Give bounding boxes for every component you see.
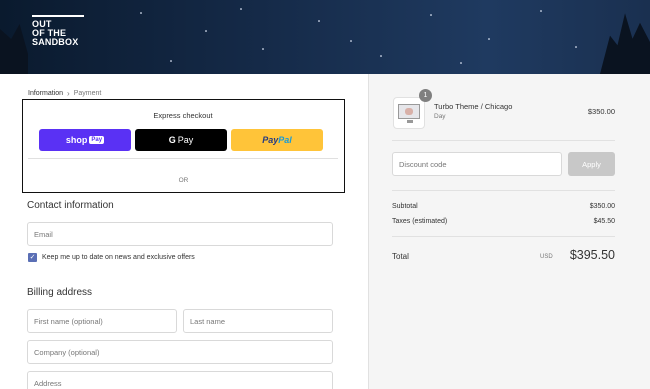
subtotal-label: Subtotal — [392, 203, 418, 210]
total-currency: USD — [540, 254, 553, 260]
apply-discount-button[interactable]: Apply — [568, 152, 615, 176]
logo-bar — [32, 15, 84, 17]
star — [318, 20, 320, 22]
logo-line: SANDBOX — [32, 36, 79, 47]
total-label: Total — [392, 252, 409, 261]
star — [240, 8, 242, 10]
paypal-pal-label: Pal — [278, 135, 292, 145]
newsletter-option[interactable]: ✓ Keep me up to date on news and exclusi… — [28, 253, 195, 262]
product-variant: Day — [434, 113, 446, 120]
billing-address-title: Billing address — [27, 287, 93, 298]
company-input[interactable]: Company (optional) — [27, 340, 333, 364]
address-input[interactable]: Address — [27, 371, 333, 389]
breadcrumb-payment: Payment — [73, 90, 102, 97]
or-divider: OR — [178, 177, 189, 184]
newsletter-checkbox[interactable]: ✓ — [28, 253, 37, 262]
last-name-input[interactable]: Last name — [183, 309, 333, 333]
store-logo[interactable]: OUT OF THE SANDBOX — [32, 15, 84, 47]
star — [380, 55, 382, 57]
total-value: $395.50 — [569, 248, 615, 262]
newsletter-label: Keep me up to date on news and exclusive… — [42, 254, 195, 261]
product-thumbnail — [393, 97, 425, 129]
company-placeholder: Company (optional) — [34, 347, 100, 357]
discount-code-input[interactable]: Discount code — [392, 152, 562, 176]
discount-placeholder: Discount code — [399, 159, 447, 169]
chevron-right-icon: › — [67, 89, 70, 98]
subtotal-value: $350.00 — [589, 203, 615, 210]
express-checkout-section: Express checkout shop Pay G Pay Pay Pal — [28, 103, 338, 159]
star — [350, 40, 352, 42]
breadcrumb-information[interactable]: Information — [28, 90, 63, 97]
divider — [392, 190, 615, 191]
google-g-icon: G — [168, 135, 176, 145]
breadcrumb: Information › Payment — [28, 89, 101, 98]
star — [460, 62, 462, 64]
shop-pay-tag: Pay — [89, 136, 105, 144]
express-checkout-highlight: Express checkout shop Pay G Pay Pay Pal O… — [22, 99, 345, 193]
monitor-icon — [398, 104, 420, 119]
taxes-label: Taxes (estimated) — [392, 218, 448, 225]
product-name: Turbo Theme / Chicago — [434, 102, 513, 111]
star — [430, 14, 432, 16]
star — [205, 30, 207, 32]
tree-silhouette — [0, 24, 28, 74]
monitor-stand — [407, 120, 413, 123]
divider — [392, 236, 615, 237]
paypal-pay-label: Pay — [262, 135, 279, 145]
quantity-badge: 1 — [419, 89, 432, 102]
first-name-placeholder: First name (optional) — [34, 316, 103, 326]
paypal-button[interactable]: Pay Pal — [231, 129, 323, 151]
star — [140, 12, 142, 14]
product-price: $350.00 — [587, 107, 615, 116]
shop-pay-button[interactable]: shop Pay — [39, 129, 131, 151]
last-name-placeholder: Last name — [190, 316, 226, 326]
star — [170, 60, 172, 62]
star — [540, 10, 542, 12]
email-input[interactable]: Email — [27, 222, 333, 246]
google-pay-label: Pay — [177, 135, 194, 145]
google-pay-button[interactable]: G Pay — [135, 129, 227, 151]
star — [262, 48, 264, 50]
tree-silhouette — [600, 13, 650, 74]
taxes-value: $45.50 — [593, 218, 615, 225]
first-name-input[interactable]: First name (optional) — [27, 309, 177, 333]
star — [575, 46, 577, 48]
email-placeholder: Email — [34, 229, 53, 239]
express-checkout-title: Express checkout — [153, 111, 213, 120]
address-placeholder: Address — [34, 378, 62, 388]
divider — [392, 140, 615, 141]
contact-information-title: Contact information — [27, 200, 114, 211]
header-banner: OUT OF THE SANDBOX — [0, 0, 650, 74]
shop-pay-label: shop — [65, 135, 88, 145]
star — [488, 38, 490, 40]
